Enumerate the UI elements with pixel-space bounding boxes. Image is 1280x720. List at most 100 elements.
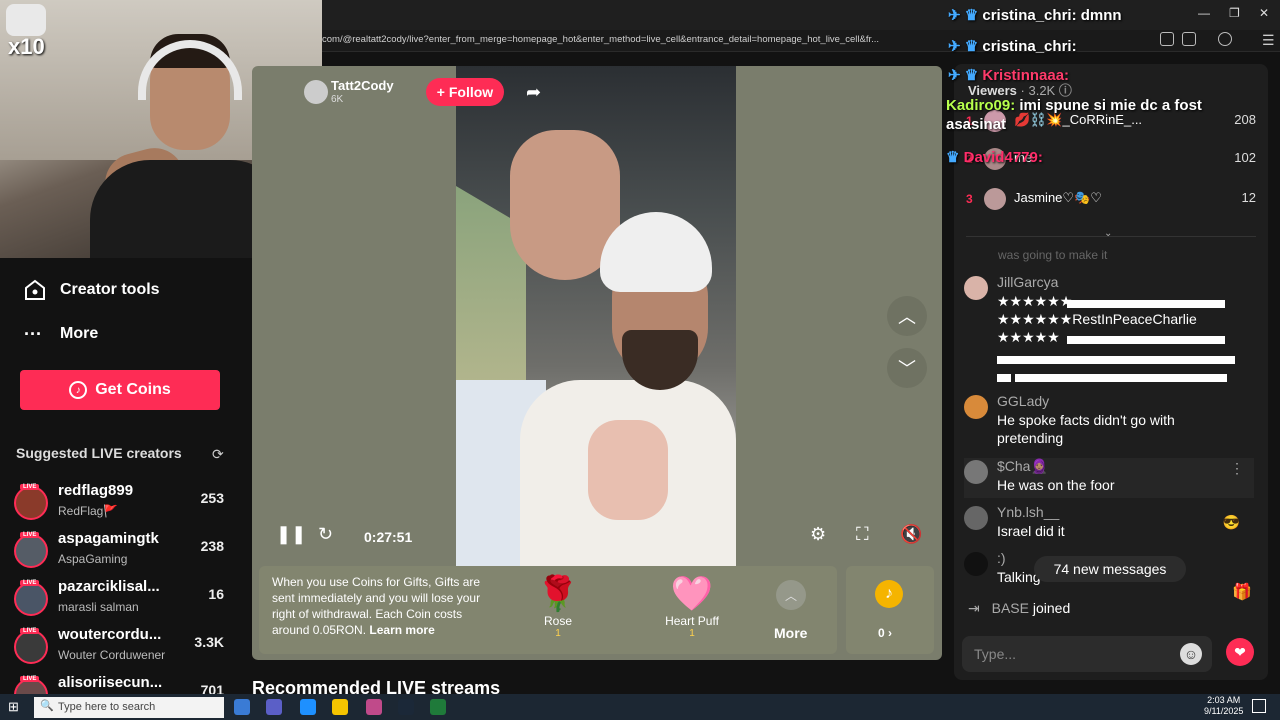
more-gifts-label[interactable]: More bbox=[774, 625, 807, 641]
badge-icons: ✈ ♛ bbox=[948, 67, 983, 84]
avatar[interactable] bbox=[964, 506, 988, 530]
viewer-score: 12 bbox=[1241, 190, 1256, 205]
avatar: LIVE bbox=[14, 532, 48, 568]
learn-more-link[interactable]: Learn more bbox=[369, 623, 434, 637]
chat-username[interactable]: Ynb.lsh__ bbox=[997, 504, 1059, 520]
creator-name: redflag899 bbox=[58, 482, 134, 499]
gift-cost: 1 bbox=[689, 628, 695, 639]
creator-item[interactable]: LIVE alisoriisecun... 701 bbox=[14, 674, 230, 694]
more-gifts-button[interactable]: ︿ bbox=[776, 580, 806, 610]
pause-icon[interactable]: ❚❚ bbox=[276, 524, 306, 545]
notification-icon[interactable] bbox=[1252, 699, 1266, 713]
avatar: LIVE bbox=[14, 676, 48, 694]
taskbar-clock[interactable]: 2:03 AM 9/11/2025 bbox=[1204, 695, 1243, 717]
avatar[interactable] bbox=[964, 395, 988, 419]
avatar: LIVE bbox=[14, 580, 48, 616]
menu-icon[interactable]: ☰ bbox=[1262, 32, 1275, 49]
edge-icon[interactable] bbox=[300, 699, 316, 715]
overlay-chat-line: ✈ ♛ cristina_chri: dmnn bbox=[948, 6, 1122, 24]
windows-start-icon[interactable]: ⊞ bbox=[8, 699, 19, 715]
maximize-button[interactable]: ❐ bbox=[1229, 6, 1240, 20]
badge-icons: ✈ ♛ bbox=[948, 7, 983, 24]
suggested-creators-title: Suggested LIVE creators bbox=[16, 445, 182, 461]
avatar[interactable] bbox=[964, 552, 988, 576]
settings-icon[interactable]: ⚙ bbox=[810, 524, 826, 545]
avatar: LIVE bbox=[14, 484, 48, 520]
app-icon[interactable] bbox=[430, 699, 446, 715]
joined-text: joined bbox=[1032, 600, 1071, 616]
refresh-icon[interactable]: ⟳ bbox=[212, 446, 224, 463]
creator-name: woutercordu... bbox=[58, 626, 162, 643]
joined-user[interactable]: BASE bbox=[992, 600, 1029, 616]
share-icon[interactable]: ➦ bbox=[526, 82, 541, 103]
viewer-count: 3.3K bbox=[194, 634, 224, 650]
creator-item[interactable]: LIVE pazarciklisal... marasli salman 16 bbox=[14, 578, 230, 622]
creator-item[interactable]: LIVE woutercordu... Wouter Corduwener 3.… bbox=[14, 626, 230, 670]
creator-tools-icon bbox=[25, 279, 45, 300]
follow-button[interactable]: + Follow bbox=[426, 78, 504, 106]
previous-live-button[interactable]: ︿ bbox=[887, 296, 927, 336]
live-badge: LIVE bbox=[20, 580, 40, 586]
gift-heart-puff[interactable]: 🩷 Heart Puff 1 bbox=[652, 574, 732, 639]
next-live-button[interactable]: ﹀ bbox=[887, 348, 927, 388]
gift-icon[interactable]: 🎁 bbox=[1232, 582, 1252, 602]
live-badge: LIVE bbox=[20, 628, 40, 634]
sidebar-item-more[interactable]: ··· More bbox=[24, 319, 98, 349]
more-options-icon[interactable]: ⋮ bbox=[1230, 460, 1244, 477]
creator-sub: RedFlag🚩 bbox=[58, 504, 119, 518]
viewer-count: 16 bbox=[208, 586, 224, 602]
creator-sub: AspaGaming bbox=[58, 552, 128, 566]
app-icon[interactable] bbox=[266, 699, 282, 715]
cat-logo-icon bbox=[6, 4, 46, 36]
mute-icon[interactable]: 🔇 bbox=[900, 524, 922, 545]
coin-balance[interactable]: 0 › bbox=[878, 626, 892, 640]
avatar[interactable] bbox=[964, 460, 988, 484]
creator-item[interactable]: LIVE aspagamingtk AspaGaming 238 bbox=[14, 530, 230, 574]
browser-icon[interactable] bbox=[366, 699, 382, 715]
creator-sub: marasli salman bbox=[58, 600, 139, 614]
sidebar-item-creator-tools[interactable]: Creator tools bbox=[24, 275, 160, 305]
overlay-chat-user: cristina_chri: bbox=[982, 7, 1077, 24]
overlay-chat-user: cristina_chri: bbox=[982, 38, 1077, 55]
chevron-up-icon: ︿ bbox=[898, 307, 916, 327]
sidebar-toggle-icon[interactable] bbox=[1160, 32, 1174, 46]
chat-username[interactable]: JillGarcya bbox=[997, 274, 1058, 290]
like-heart-button[interactable]: ❤ bbox=[1226, 638, 1254, 666]
file-explorer-icon[interactable] bbox=[332, 699, 348, 715]
avatar[interactable] bbox=[964, 276, 988, 300]
taskbar-search[interactable]: Type here to search bbox=[34, 697, 224, 718]
task-view-icon[interactable] bbox=[234, 699, 250, 715]
get-coins-label: Get Coins bbox=[95, 381, 171, 398]
minimize-button[interactable]: — bbox=[1198, 6, 1210, 20]
gift-rose[interactable]: 🌹 Rose 1 bbox=[518, 574, 598, 639]
tab-icon[interactable] bbox=[1182, 32, 1196, 46]
close-button[interactable]: ✕ bbox=[1259, 6, 1269, 20]
chat-message: GGLady He spoke facts didn't go with pre… bbox=[964, 393, 1254, 449]
chat-username[interactable]: :) bbox=[997, 550, 1006, 566]
creator-sub: Wouter Corduwener bbox=[58, 648, 166, 662]
chat-username[interactable]: $Cha🧕🏽 bbox=[997, 458, 1048, 475]
reload-icon[interactable]: ↻ bbox=[318, 524, 333, 545]
censor-bar bbox=[1067, 336, 1225, 344]
chat-username[interactable]: GGLady bbox=[997, 393, 1049, 409]
shield-icon[interactable] bbox=[1218, 32, 1232, 46]
url-text[interactable]: com/@realtatt2cody/live?enter_from_merge… bbox=[322, 34, 879, 45]
chat-input[interactable]: Type... bbox=[962, 636, 1212, 672]
chat-input-placeholder: Type... bbox=[974, 646, 1017, 662]
censor-bar bbox=[997, 374, 1011, 382]
new-messages-button[interactable]: 74 new messages bbox=[1034, 556, 1186, 582]
enter-icon: ⇥ bbox=[968, 600, 980, 616]
top-viewer-row[interactable]: 3 Jasmine♡🎭♡ 12 bbox=[966, 186, 1256, 214]
emoji-icon[interactable]: ☺ bbox=[1180, 643, 1202, 665]
chevron-down-icon[interactable]: ⌄ bbox=[1104, 228, 1112, 239]
steam-icon[interactable] bbox=[398, 699, 414, 715]
get-coins-button[interactable]: ♪ Get Coins bbox=[20, 370, 220, 410]
rose-icon: 🌹 bbox=[536, 575, 580, 613]
host-name[interactable]: Tatt2Cody bbox=[331, 78, 394, 93]
censor-bar bbox=[1067, 300, 1225, 308]
fullscreen-icon[interactable]: ⛶ bbox=[856, 524, 869, 545]
host-avatar[interactable] bbox=[304, 80, 328, 104]
viewer-count: 701 bbox=[200, 682, 224, 694]
overlay-chat-line: ✈ ♛ Kristinnaaa: bbox=[948, 66, 1069, 84]
creator-item[interactable]: LIVE redflag899 RedFlag🚩 253 bbox=[14, 482, 230, 526]
